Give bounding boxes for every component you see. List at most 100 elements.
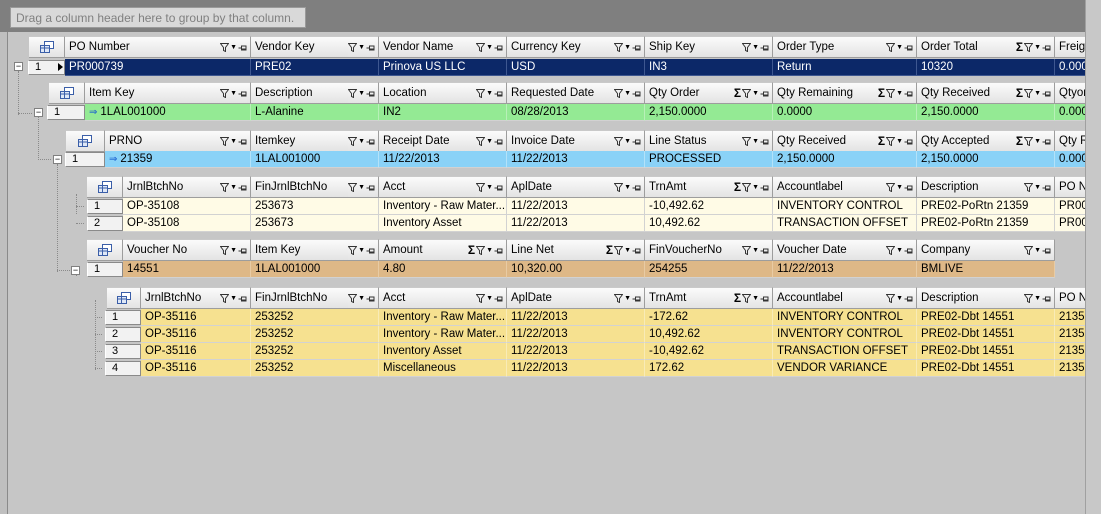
pin-icon[interactable] — [494, 138, 503, 146]
pin-icon[interactable] — [904, 90, 913, 98]
filter-funnel-icon[interactable] — [614, 43, 624, 52]
row-selector[interactable]: 1 — [85, 261, 123, 278]
grid-cell[interactable]: 11/22/2013 — [507, 360, 645, 377]
grid-cell[interactable]: VENDOR VARIANCE — [773, 360, 917, 377]
column-header[interactable]: Qtyon — [1055, 82, 1086, 104]
dropdown-arrow-icon[interactable]: ▼ — [358, 37, 365, 57]
grid-cell[interactable]: 253673 — [251, 215, 379, 232]
column-header[interactable]: Voucher Date ▼ — [773, 239, 917, 261]
summary-sigma-icon[interactable]: Σ — [734, 177, 741, 197]
grid-cell[interactable]: OP-35116 — [141, 360, 251, 377]
pin-icon[interactable] — [904, 44, 913, 52]
filter-funnel-icon[interactable] — [476, 183, 486, 192]
pin-icon[interactable] — [366, 247, 375, 255]
grid-cell[interactable]: 14551 — [123, 261, 251, 278]
column-header[interactable]: FinJrnlBtchNo ▼ — [251, 287, 379, 309]
dropdown-arrow-icon[interactable]: ▼ — [358, 288, 365, 308]
pin-icon[interactable] — [494, 295, 503, 303]
grid-cell[interactable]: OP-35108 — [123, 215, 251, 232]
filter-funnel-icon[interactable] — [476, 137, 486, 146]
grid-cell[interactable]: TRANSACTION OFFSET — [773, 215, 917, 232]
row-selector[interactable]: 1 — [26, 59, 65, 76]
grid-cell[interactable]: INVENTORY CONTROL — [773, 198, 917, 215]
grid-cell[interactable]: Inventory Asset — [379, 343, 507, 360]
column-header[interactable]: PO N — [1055, 176, 1086, 198]
dropdown-arrow-icon[interactable]: ▼ — [230, 131, 237, 151]
grid-cell[interactable]: PRE02-Dbt 14551 — [917, 360, 1055, 377]
grid-cell[interactable]: 2,150.0000 — [917, 104, 1055, 121]
pin-icon[interactable] — [494, 184, 503, 192]
filter-funnel-icon[interactable] — [220, 89, 230, 98]
column-header[interactable]: Description ▼ — [917, 176, 1055, 198]
pin-icon[interactable] — [238, 247, 247, 255]
dropdown-arrow-icon[interactable]: ▼ — [752, 131, 759, 151]
grid-cell[interactable]: 10320 — [917, 59, 1055, 76]
column-header[interactable]: FinVoucherNo ▼ — [645, 239, 773, 261]
summary-sigma-icon[interactable]: Σ — [878, 83, 885, 103]
grid-cell[interactable]: L-Alanine — [251, 104, 379, 121]
expand-collapse-icon[interactable]: − — [53, 155, 62, 164]
pin-icon[interactable] — [760, 184, 769, 192]
grid-cell[interactable]: 2,150.0000 — [917, 151, 1055, 168]
row-selector[interactable]: 4 — [103, 360, 141, 377]
pin-icon[interactable] — [632, 138, 641, 146]
grid-cell[interactable]: TRANSACTION OFFSET — [773, 343, 917, 360]
hierarchical-grid[interactable]: PO Number ▼ Vendor Key ▼ Vendor Name ▼ Currenc… — [7, 32, 1086, 514]
column-header[interactable]: Requested Date ▼ — [507, 82, 645, 104]
expand-collapse-icon[interactable]: − — [71, 266, 80, 275]
pin-icon[interactable] — [238, 44, 247, 52]
voucher-journal-band-row[interactable]: 1 OP-35116 253252 Inventory - Raw Mater... 1… — [103, 309, 1086, 326]
filter-funnel-icon[interactable] — [1024, 137, 1034, 146]
grid-cell[interactable]: Prinova US LLC — [379, 59, 507, 76]
pin-icon[interactable] — [904, 247, 913, 255]
filter-funnel-icon[interactable] — [614, 89, 624, 98]
grid-cell[interactable]: PR000739 — [65, 59, 251, 76]
column-header[interactable]: Location ▼ — [379, 82, 507, 104]
row-selector[interactable]: 2 — [85, 215, 123, 232]
column-chooser-button[interactable] — [87, 239, 123, 261]
grid-cell[interactable]: 0.000 — [1055, 59, 1086, 76]
dropdown-arrow-icon[interactable]: ▼ — [896, 177, 903, 197]
dropdown-arrow-icon[interactable]: ▼ — [896, 37, 903, 57]
column-header[interactable]: Description ▼ — [251, 82, 379, 104]
dropdown-arrow-icon[interactable]: ▼ — [896, 131, 903, 151]
column-header[interactable]: Ship Key ▼ — [645, 36, 773, 58]
vertical-scrollbar[interactable] — [1085, 0, 1101, 514]
column-header[interactable]: FinJrnlBtchNo ▼ — [251, 176, 379, 198]
column-header[interactable]: Item Key ▼ — [251, 239, 379, 261]
dropdown-arrow-icon[interactable]: ▼ — [486, 131, 493, 151]
pin-icon[interactable] — [366, 90, 375, 98]
grid-cell[interactable]: -172.62 — [645, 309, 773, 326]
grid-cell[interactable]: OP-35108 — [123, 198, 251, 215]
row-selector[interactable]: 1 — [45, 104, 85, 121]
column-header[interactable]: Company ▼ — [917, 239, 1055, 261]
column-header[interactable]: Vendor Key ▼ — [251, 36, 379, 58]
filter-funnel-icon[interactable] — [886, 183, 896, 192]
grid-cell[interactable]: 253252 — [251, 326, 379, 343]
grid-cell[interactable]: 2135 — [1055, 360, 1086, 377]
grid-cell[interactable]: Inventory Asset — [379, 215, 507, 232]
filter-funnel-icon[interactable] — [1024, 294, 1034, 303]
filter-funnel-icon[interactable] — [1024, 183, 1034, 192]
dropdown-arrow-icon[interactable]: ▼ — [230, 83, 237, 103]
filter-funnel-icon[interactable] — [742, 89, 752, 98]
grid-cell[interactable]: PR00 — [1055, 215, 1086, 232]
grid-cell[interactable]: Inventory - Raw Mater... — [379, 326, 507, 343]
filter-funnel-icon[interactable] — [348, 43, 358, 52]
voucher-journal-band-row[interactable]: 4 OP-35116 253252 Miscellaneous 11/22/2013 17… — [103, 360, 1086, 377]
grid-cell[interactable]: IN2 — [379, 104, 507, 121]
column-header[interactable]: Qty Order Σ ▼ — [645, 82, 773, 104]
dropdown-arrow-icon[interactable]: ▼ — [624, 83, 631, 103]
row-selector[interactable]: 1 — [85, 198, 123, 215]
filter-funnel-icon[interactable] — [742, 43, 752, 52]
column-chooser-icon[interactable] — [97, 244, 112, 256]
dropdown-arrow-icon[interactable]: ▼ — [752, 240, 759, 260]
column-header[interactable]: Itemkey ▼ — [251, 130, 379, 152]
grid-cell[interactable]: INVENTORY CONTROL — [773, 326, 917, 343]
pin-icon[interactable] — [1042, 138, 1051, 146]
grid-cell[interactable]: 1LAL001000 — [251, 261, 379, 278]
grid-cell[interactable]: 11/22/2013 — [507, 151, 645, 168]
pin-icon[interactable] — [494, 90, 503, 98]
grid-cell[interactable]: PRE02-PoRtn 21359 — [917, 198, 1055, 215]
column-chooser-button[interactable] — [107, 287, 141, 309]
